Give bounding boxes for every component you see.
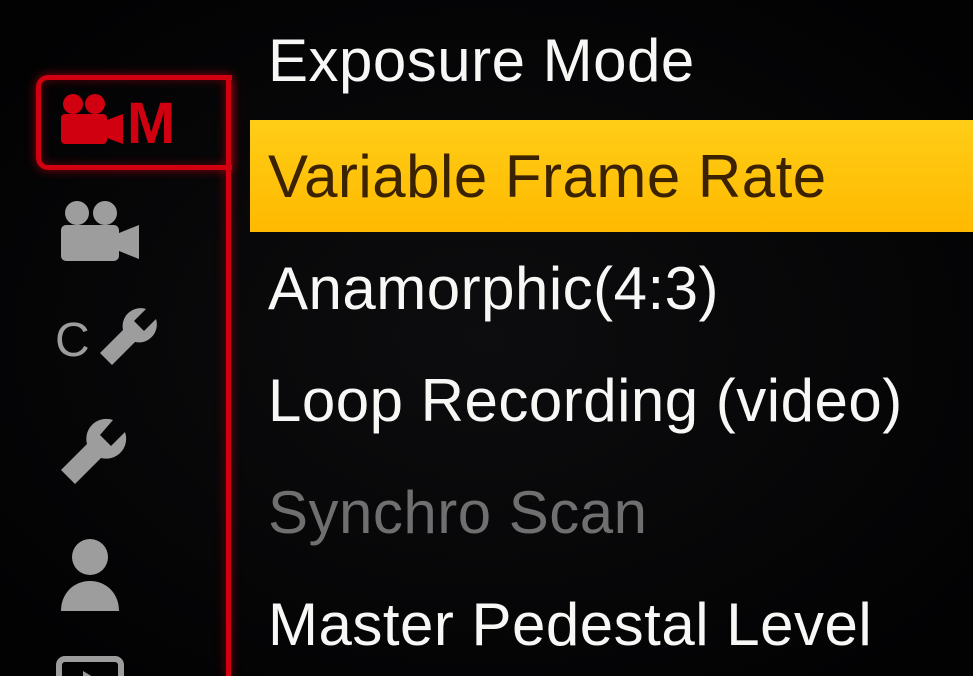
wrench-icon xyxy=(55,414,133,497)
menu-item-label: Loop Recording (video) xyxy=(268,366,903,435)
sidebar-tab-my-menu[interactable] xyxy=(55,530,205,620)
sidebar-tabs: M C xyxy=(0,0,230,676)
person-icon xyxy=(55,535,125,616)
menu-item-label: Variable Frame Rate xyxy=(268,142,827,211)
menu-item-synchro-scan: Synchro Scan xyxy=(250,456,973,568)
menu-item-label: Synchro Scan xyxy=(268,478,648,547)
wrench-icon xyxy=(94,303,164,378)
menu-item-label: Exposure Mode xyxy=(268,26,695,95)
sidebar-tab-custom[interactable]: C xyxy=(55,295,205,385)
tab-badge: C xyxy=(55,313,90,368)
menu-item-loop-recording[interactable]: Loop Recording (video) xyxy=(250,344,973,456)
menu-item-label: Anamorphic(4:3) xyxy=(268,254,719,323)
movie-camera-icon xyxy=(55,94,125,153)
sidebar-tab-playback[interactable] xyxy=(55,640,205,676)
menu-item-anamorphic[interactable]: Anamorphic(4:3) xyxy=(250,232,973,344)
camera-menu-screen: M C xyxy=(0,0,973,676)
tab-badge: M xyxy=(127,90,175,157)
sidebar-tab-movie[interactable] xyxy=(55,190,205,280)
movie-camera-icon xyxy=(55,201,141,270)
menu-list: Exposure Mode Variable Frame Rate Anamor… xyxy=(250,0,973,676)
sidebar-divider-rail xyxy=(226,80,231,676)
menu-item-variable-frame-rate[interactable]: Variable Frame Rate xyxy=(250,120,973,232)
menu-item-label: Master Pedestal Level xyxy=(268,590,872,659)
playback-icon xyxy=(55,655,125,676)
sidebar-tab-movie-manual[interactable]: M xyxy=(55,78,205,168)
menu-item-exposure-mode[interactable]: Exposure Mode xyxy=(250,0,973,120)
menu-item-master-pedestal[interactable]: Master Pedestal Level xyxy=(250,568,973,676)
sidebar-tab-setup[interactable] xyxy=(55,410,205,500)
